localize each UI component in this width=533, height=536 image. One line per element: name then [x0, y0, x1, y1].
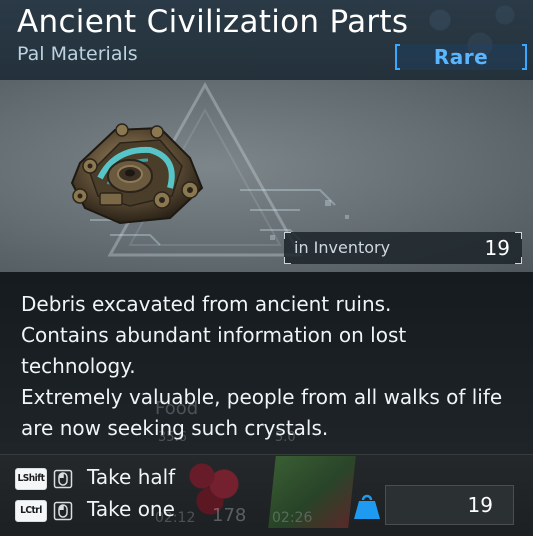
mouse-icon: [53, 469, 73, 489]
inventory-count-box: in Inventory 19: [284, 232, 522, 264]
take-one-label: Take one: [87, 497, 175, 521]
rarity-badge: Rare: [395, 44, 527, 70]
quantity-field[interactable]: 19: [385, 485, 514, 525]
ghost-count: 178: [212, 505, 247, 526]
ancient-parts-icon: [70, 123, 204, 225]
item-detail-panel: Ancient Civilization Parts Pal Materials…: [0, 0, 533, 536]
item-title: Ancient Civilization Parts: [17, 4, 409, 40]
mouse-icon: [53, 501, 73, 521]
ghost-time-b: 02:26: [272, 510, 313, 526]
description-line: technology.: [21, 354, 136, 378]
quantity-value: 19: [467, 493, 493, 517]
item-header: Ancient Civilization Parts Pal Materials…: [0, 0, 533, 80]
item-description: Debris excavated from ancient ruins. Con…: [21, 289, 521, 444]
inventory-label: in Inventory: [294, 238, 391, 257]
take-half-label: Take half: [87, 465, 176, 489]
lctrl-key-icon: LCtrl: [15, 500, 47, 522]
description-line: Extremely valuable, people from all walk…: [21, 385, 503, 409]
rarity-label: Rare: [433, 45, 489, 69]
description-line: Contains abundant information on lost: [21, 323, 407, 347]
weight-icon: [354, 494, 380, 519]
item-category: Pal Materials: [17, 43, 138, 65]
description-line: Debris excavated from ancient ruins.: [21, 292, 392, 316]
lshift-key-icon: LShift: [15, 468, 47, 490]
description-line: are now seeking such crystals.: [21, 416, 329, 440]
inventory-count: 19: [484, 236, 510, 260]
